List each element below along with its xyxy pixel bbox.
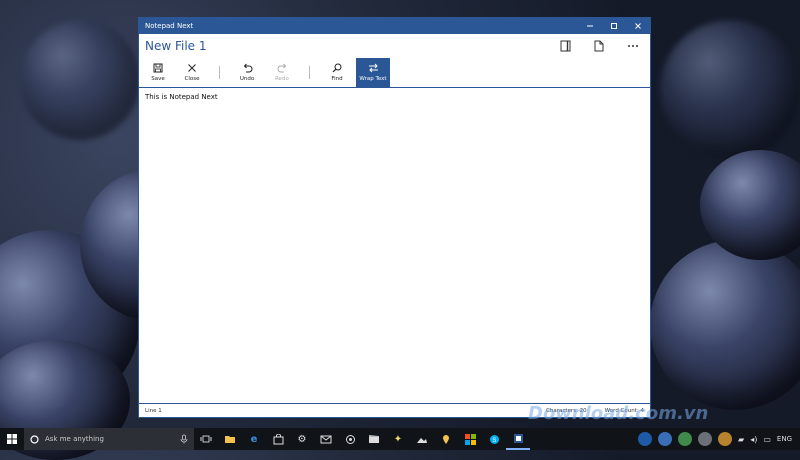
skype-icon[interactable]: S	[482, 428, 506, 450]
wallpaper-blueberry	[650, 240, 800, 410]
search-icon	[332, 63, 342, 73]
maximize-button[interactable]	[602, 18, 626, 34]
taskbar: Ask me anything e ⚙ ✦ S ▰ ◂) ▭ ENG	[0, 428, 800, 450]
new-file-button[interactable]	[582, 34, 616, 58]
open-panel-button[interactable]	[548, 34, 582, 58]
wrap-text-label: Wrap Text	[359, 76, 387, 82]
wrap-text-button[interactable]: Wrap Text	[356, 58, 390, 87]
wallpaper-blueberry	[660, 20, 800, 160]
wallpaper-blueberry	[20, 20, 140, 140]
tray-app-icon[interactable]	[678, 432, 693, 446]
windows-store-tiles-icon[interactable]	[458, 428, 482, 450]
photos-icon[interactable]	[410, 428, 434, 450]
minimize-button[interactable]	[578, 18, 602, 34]
editor-content: This is Notepad Next	[145, 93, 218, 101]
volume-icon[interactable]: ◂)	[750, 435, 757, 444]
file-explorer-icon[interactable]	[218, 428, 242, 450]
save-button[interactable]: Save	[141, 58, 175, 87]
language-indicator[interactable]: ENG	[777, 435, 792, 443]
movies-icon[interactable]	[362, 428, 386, 450]
tray-app-icon[interactable]	[698, 432, 713, 446]
find-label: Find	[331, 76, 343, 82]
more-options-button[interactable]	[616, 34, 650, 58]
save-icon	[153, 63, 163, 73]
tray-app-icon[interactable]	[658, 432, 673, 446]
close-window-button[interactable]	[626, 18, 650, 34]
file-header: New File 1	[139, 34, 650, 58]
close-icon	[635, 23, 641, 29]
tray-app-icon[interactable]	[718, 432, 733, 446]
undo-label: Undo	[239, 76, 255, 82]
close-icon	[188, 64, 196, 72]
taskbar-search[interactable]: Ask me anything	[24, 428, 194, 450]
text-editor[interactable]: This is Notepad Next	[139, 89, 650, 403]
close-label: Close	[184, 76, 200, 82]
more-icon	[628, 45, 638, 47]
start-button[interactable]	[0, 428, 24, 450]
file-title: New File 1	[145, 39, 207, 53]
redo-label: Redo	[275, 76, 289, 82]
document-icon	[594, 40, 604, 52]
close-file-button[interactable]: Close	[175, 58, 209, 87]
save-label: Save	[151, 76, 165, 82]
system-tray: ▰ ◂) ▭ ENG	[638, 432, 800, 446]
cortana-icon	[30, 434, 39, 444]
toolbar-separator	[309, 66, 310, 79]
toolbar-separator	[219, 66, 220, 79]
store-icon[interactable]	[266, 428, 290, 450]
undo-button[interactable]: Undo	[230, 58, 264, 87]
search-placeholder: Ask me anything	[45, 435, 104, 443]
wrap-text-icon	[368, 63, 378, 73]
toolbar: Save Close Undo Redo Find Wrap Text	[139, 58, 650, 88]
notepad-next-taskbar-icon[interactable]	[506, 428, 530, 450]
edge-browser-icon[interactable]: e	[242, 428, 266, 450]
app-window: Notepad Next New File 1 Save Close Undo …	[138, 17, 651, 418]
message-icon[interactable]: ▭	[763, 435, 771, 444]
svg-text:S: S	[492, 438, 496, 444]
maximize-icon	[611, 23, 617, 29]
redo-button[interactable]: Redo	[265, 58, 299, 87]
minimize-icon	[587, 25, 593, 27]
task-view-icon[interactable]	[194, 428, 218, 450]
title-bar[interactable]: Notepad Next	[139, 18, 650, 34]
find-button[interactable]: Find	[320, 58, 354, 87]
windows-logo-icon	[7, 434, 17, 444]
undo-icon	[243, 63, 252, 73]
line-indicator: Line 1	[145, 407, 162, 414]
watermark-logo: Download.com.vn	[528, 403, 709, 424]
camera-icon[interactable]	[338, 428, 362, 450]
panel-icon	[560, 40, 570, 52]
microphone-icon	[180, 434, 188, 444]
tray-app-icon[interactable]	[638, 432, 653, 446]
network-icon[interactable]: ▰	[738, 435, 744, 444]
redo-icon	[277, 63, 286, 73]
maps-icon[interactable]	[434, 428, 458, 450]
app-title: Notepad Next	[145, 22, 194, 30]
settings-gear-icon[interactable]: ⚙	[290, 428, 314, 450]
tips-icon[interactable]: ✦	[386, 428, 410, 450]
mail-icon[interactable]	[314, 428, 338, 450]
